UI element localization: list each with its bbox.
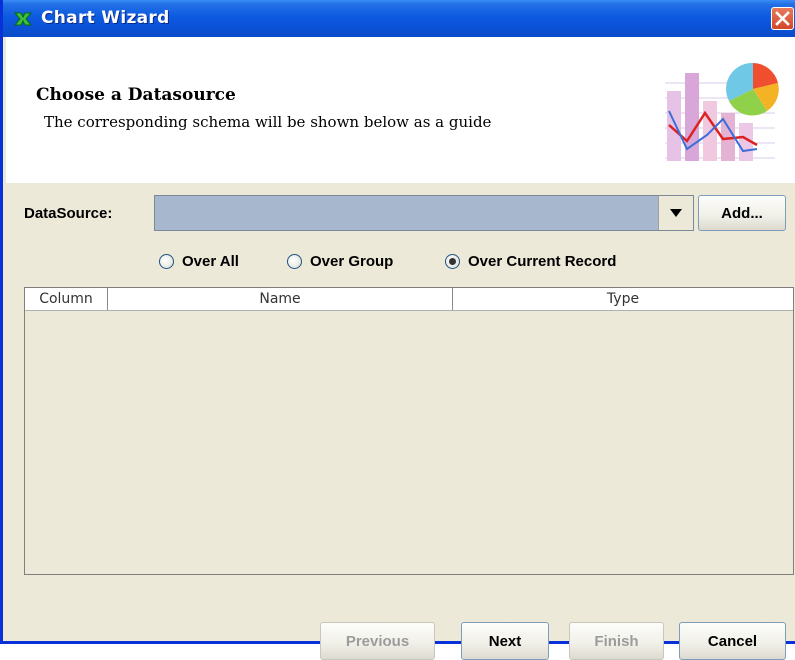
radio-over-all[interactable]: Over All: [159, 249, 239, 273]
column-header-type[interactable]: Type: [453, 288, 793, 310]
datasource-dropdown-button[interactable]: [658, 196, 693, 230]
datasource-label: DataSource:: [24, 205, 113, 222]
radio-selected-icon[interactable]: [445, 253, 460, 269]
chevron-down-icon: [670, 209, 682, 217]
previous-button[interactable]: Previous: [320, 622, 435, 660]
radio-over-current-record[interactable]: Over Current Record: [445, 249, 616, 273]
cancel-button[interactable]: Cancel: [679, 622, 786, 660]
wizard-content: DataSource: Add... Over All Over Group O…: [6, 183, 795, 660]
close-icon: [775, 11, 790, 26]
radio-over-group[interactable]: Over Group: [287, 249, 393, 273]
window-title: Chart Wizard: [41, 8, 170, 28]
chart-wizard-dialog: Chart Wizard Choose a Datasource The cor…: [0, 0, 795, 660]
title-bar[interactable]: Chart Wizard: [3, 0, 795, 37]
table-header: Column Name Type: [25, 288, 793, 311]
page-subtitle: The corresponding schema will be shown b…: [44, 113, 492, 131]
finish-button[interactable]: Finish: [569, 622, 664, 660]
next-button[interactable]: Next: [461, 622, 549, 660]
radio-over-current-record-label: Over Current Record: [468, 252, 617, 270]
chart-wizard-icon: [13, 12, 33, 26]
column-header-name[interactable]: Name: [108, 288, 453, 310]
radio-over-group-label: Over Group: [310, 252, 394, 270]
wizard-header: Choose a Datasource The corresponding sc…: [6, 37, 795, 183]
page-title: Choose a Datasource: [36, 85, 236, 105]
radio-circle-icon[interactable]: [287, 253, 302, 269]
close-button[interactable]: [771, 7, 794, 30]
add-datasource-button[interactable]: Add...: [698, 195, 786, 231]
column-header-column[interactable]: Column: [25, 288, 108, 310]
radio-over-all-label: Over All: [182, 252, 239, 270]
radio-circle-icon[interactable]: [159, 253, 174, 269]
chart-graphic-icon: [657, 53, 781, 171]
datasource-select[interactable]: [154, 195, 694, 231]
schema-table[interactable]: Column Name Type: [24, 287, 794, 575]
